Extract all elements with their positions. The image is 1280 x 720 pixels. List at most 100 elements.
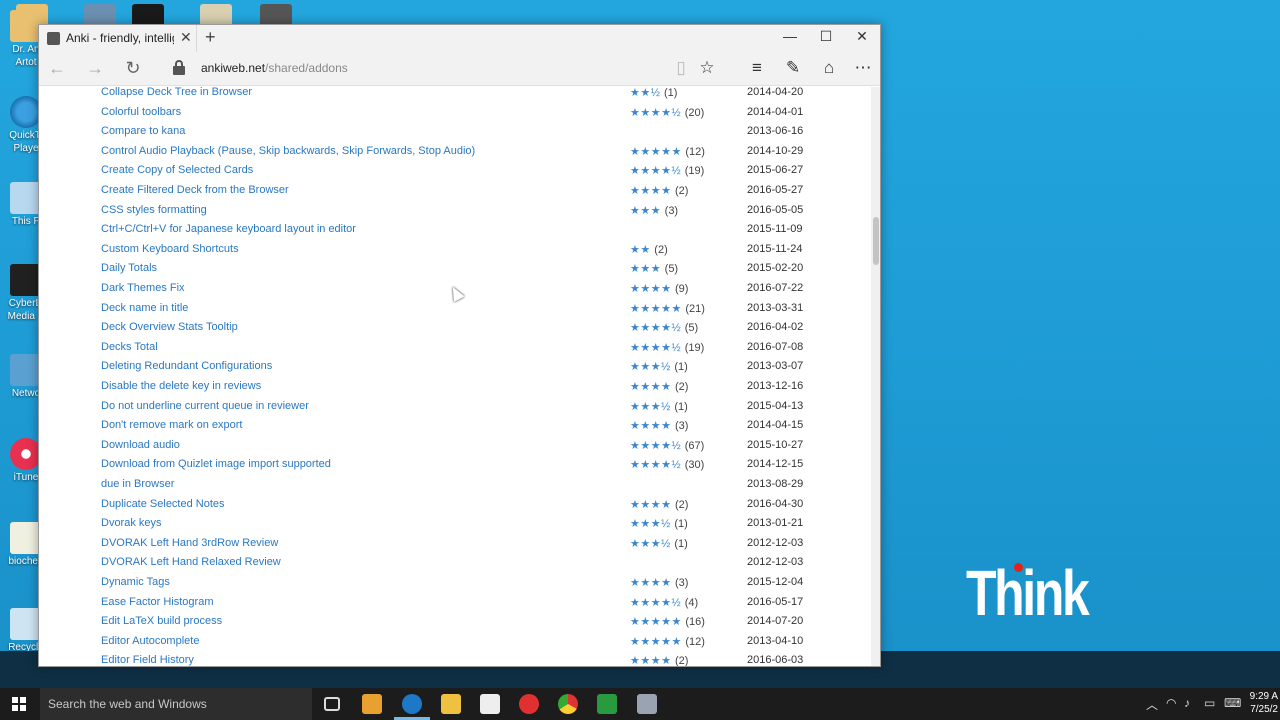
web-note-icon[interactable]: ✎: [781, 58, 805, 78]
share-icon[interactable]: ⌂: [817, 58, 841, 78]
back-arrow-icon[interactable]: ←: [45, 58, 69, 79]
addon-name-link[interactable]: Dark Themes Fix: [101, 282, 185, 294]
rating-count: (2): [675, 185, 689, 197]
keyboard-icon[interactable]: ⌨: [1224, 696, 1241, 710]
refresh-icon[interactable]: ↻: [121, 58, 145, 79]
wifi-icon[interactable]: ◠: [1166, 696, 1176, 710]
volume-icon[interactable]: ♪: [1184, 696, 1190, 710]
browser-tab[interactable]: Anki - friendly, intelligent ✕: [39, 25, 197, 52]
windows-logo-icon: [12, 697, 26, 711]
rating-count: (19): [684, 341, 705, 354]
new-tab-icon[interactable]: +: [205, 27, 216, 48]
media-player-icon[interactable]: [362, 694, 382, 714]
addon-name-link[interactable]: CSS styles formatting: [101, 204, 207, 216]
addon-name-link[interactable]: Decks Total: [101, 341, 158, 353]
chrome-icon[interactable]: [558, 694, 578, 714]
addon-row: Disable the delete key in reviews ★★★★ (2…: [39, 380, 871, 398]
hub-icon[interactable]: ≡: [745, 58, 769, 78]
addon-name-link[interactable]: Editor Field History: [101, 654, 194, 666]
addon-rating: ★★★★★ (16): [630, 615, 705, 628]
rating-count: (12): [685, 145, 705, 158]
addon-row: Collapse Deck Tree in Browser ★★½ (1) 2014…: [39, 87, 871, 104]
addon-rating: ★★★★½ (20): [630, 106, 704, 119]
edge-browser-icon[interactable]: [402, 694, 422, 714]
addon-name-link[interactable]: Deck name in title: [101, 302, 188, 314]
addon-date: 2016-07-22: [747, 282, 804, 294]
rating-stars: ★★★★: [630, 185, 672, 197]
minimize-icon[interactable]: —: [775, 28, 805, 44]
addon-name-link[interactable]: Daily Totals: [101, 262, 157, 274]
addon-rating: ★★★ (5): [630, 262, 678, 275]
addon-name-link[interactable]: DVORAK Left Hand 3rdRow Review: [101, 537, 278, 549]
window-close-icon[interactable]: ✕: [847, 28, 877, 45]
addon-row: Colorful toolbars ★★★★½ (20) 2014-04-01: [39, 106, 871, 124]
taskbar-clock[interactable]: 9:29 A 7/25/2: [1244, 690, 1278, 716]
reading-view-icon[interactable]: ▯: [669, 58, 693, 78]
addon-rating: ★★★★½ (5): [630, 321, 698, 334]
addon-name-link[interactable]: Don't remove mark on export: [101, 419, 243, 431]
scrollbar-thumb[interactable]: [873, 217, 879, 265]
addon-name-link[interactable]: Custom Keyboard Shortcuts: [101, 243, 239, 255]
rating-stars: ★★★★: [630, 577, 672, 589]
addon-name-link[interactable]: Ctrl+C/Ctrl+V for Japanese keyboard layo…: [101, 223, 356, 235]
addon-name-link[interactable]: Edit LaTeX build process: [101, 615, 222, 627]
addon-name-link[interactable]: Collapse Deck Tree in Browser: [101, 87, 252, 98]
task-view-icon[interactable]: [324, 697, 340, 711]
addon-name-link[interactable]: Download audio: [101, 439, 180, 451]
addon-name-link[interactable]: Editor Autocomplete: [101, 635, 199, 647]
addon-name-link[interactable]: Dvorak keys: [101, 517, 162, 529]
addon-row: Compare to kana 2013-06-16: [39, 125, 871, 143]
rating-count: (3): [675, 577, 689, 589]
rating-stars: ★★★★½: [630, 596, 682, 609]
addon-name-link[interactable]: due in Browser: [101, 478, 174, 490]
rating-stars: ★★★★½: [630, 439, 682, 452]
addon-name-link[interactable]: Do not underline current queue in review…: [101, 400, 309, 412]
rating-count: (4): [684, 596, 699, 609]
addon-name-link[interactable]: Ease Factor Histogram: [101, 596, 213, 608]
addon-name-link[interactable]: Download from Quizlet image import suppo…: [101, 458, 331, 470]
address-bar[interactable]: ankiweb.net/shared/addons: [201, 61, 348, 75]
store-icon[interactable]: [480, 694, 500, 714]
anki-app-icon[interactable]: [637, 694, 657, 714]
addon-date: 2014-04-20: [747, 87, 804, 98]
tray-chevron-icon[interactable]: ︿: [1146, 696, 1158, 713]
addon-date: 2013-03-07: [747, 360, 804, 373]
addon-row: Deck name in title ★★★★★ (21) 2013-03-31: [39, 302, 871, 320]
addon-name-link[interactable]: Create Copy of Selected Cards: [101, 164, 253, 176]
addon-row: Download from Quizlet image import suppo…: [39, 458, 871, 476]
green-app-icon[interactable]: [597, 694, 617, 714]
addon-name-link[interactable]: Deleting Redundant Configurations: [101, 360, 272, 372]
addon-row: Create Copy of Selected Cards ★★★★½ (19) 2…: [39, 164, 871, 182]
addon-name-link[interactable]: DVORAK Left Hand Relaxed Review: [101, 556, 281, 568]
addon-row: Deck Overview Stats Tooltip ★★★★½ (5) 2016…: [39, 321, 871, 339]
notifications-icon[interactable]: ▭: [1204, 696, 1215, 710]
addon-name-link[interactable]: Deck Overview Stats Tooltip: [101, 321, 238, 333]
addon-row: Dvorak keys ★★★½ (1) 2013-01-21: [39, 517, 871, 535]
maximize-icon[interactable]: ☐: [811, 28, 841, 45]
tab-close-icon[interactable]: ✕: [180, 29, 192, 46]
taskbar-search-box[interactable]: Search the web and Windows: [40, 688, 312, 720]
forward-arrow-icon[interactable]: →: [83, 58, 107, 79]
addon-name-link[interactable]: Duplicate Selected Notes: [101, 498, 225, 510]
addon-date: 2015-11-24: [747, 242, 803, 255]
more-options-icon[interactable]: ⋯: [851, 58, 875, 78]
addon-name-link[interactable]: Create Filtered Deck from the Browser: [101, 184, 289, 196]
addon-name-link[interactable]: Compare to kana: [101, 125, 185, 137]
cloud-app-icon[interactable]: [519, 694, 539, 714]
start-button[interactable]: [0, 688, 40, 720]
favorite-star-icon[interactable]: ☆: [695, 58, 719, 78]
rating-stars: ★★★★½: [630, 459, 682, 472]
addon-rating: ★★★ (3): [630, 204, 678, 217]
addon-name-link[interactable]: Control Audio Playback (Pause, Skip back…: [101, 145, 475, 157]
file-explorer-icon[interactable]: [441, 694, 461, 714]
taskbar: Search the web and Windows ︿ ◠ ♪ ▭ ⌨ 9:2…: [0, 688, 1280, 720]
anki-favicon-icon: [47, 32, 60, 45]
rating-stars: ★★★½: [630, 361, 671, 374]
addon-row: DVORAK Left Hand 3rdRow Review ★★★½ (1) 20…: [39, 537, 871, 555]
addon-name-link[interactable]: Colorful toolbars: [101, 106, 181, 118]
addon-date: 2016-06-03: [747, 654, 804, 667]
addon-name-link[interactable]: Dynamic Tags: [101, 576, 170, 588]
addon-name-link[interactable]: Disable the delete key in reviews: [101, 380, 261, 392]
page-scrollbar[interactable]: [871, 87, 880, 666]
page-content: Collapse Deck Tree in Browser ★★½ (1) 2014…: [39, 87, 871, 667]
